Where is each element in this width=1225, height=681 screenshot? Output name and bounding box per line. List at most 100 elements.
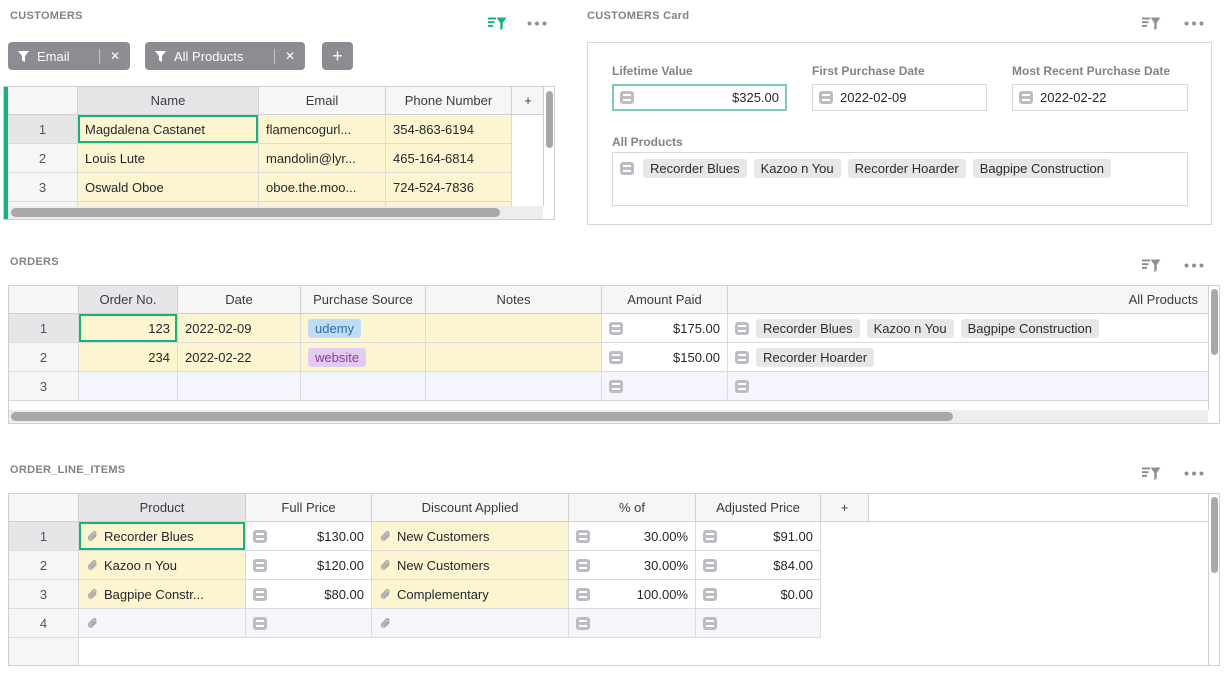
sort-filter-icon[interactable] xyxy=(1141,466,1161,481)
cell-date[interactable]: 2022-02-22 xyxy=(178,343,301,372)
cell-product[interactable]: Recorder Blues xyxy=(79,522,246,551)
cell-adjusted-price[interactable]: $0.00 xyxy=(696,580,821,609)
cell-all-products[interactable]: Recorder Hoarder xyxy=(728,343,1208,372)
row-number[interactable]: 2 xyxy=(9,343,79,372)
column-header-discount-applied[interactable]: Discount Applied xyxy=(372,494,569,522)
scrollbar-thumb[interactable] xyxy=(546,91,553,148)
cell-date[interactable] xyxy=(178,372,301,401)
column-header-email[interactable]: Email xyxy=(259,87,386,115)
cell-discount-applied[interactable]: New Customers xyxy=(372,551,569,580)
row-number[interactable]: 1 xyxy=(9,314,79,343)
cell-adjusted-price[interactable]: $84.00 xyxy=(696,551,821,580)
horizontal-scrollbar[interactable] xyxy=(8,206,543,219)
cell-name[interactable]: Magdalena Castanet xyxy=(78,115,259,144)
filter-email-button[interactable]: Email ✕ xyxy=(8,42,130,70)
cell-notes[interactable] xyxy=(426,314,602,343)
column-header-order-no[interactable]: Order No. xyxy=(79,286,178,314)
horizontal-scrollbar[interactable] xyxy=(9,410,1208,423)
cell-purchase-source[interactable]: udemy xyxy=(301,314,426,343)
sort-filter-icon[interactable] xyxy=(487,16,507,31)
vertical-scrollbar[interactable] xyxy=(1208,494,1219,665)
cell-phone[interactable]: 354-863-6194 xyxy=(386,115,512,144)
cell-phone[interactable]: 465-164-6814 xyxy=(386,144,512,173)
cell-email[interactable]: oboe.the.moo... xyxy=(259,173,386,202)
cell-discount-applied[interactable]: New Customers xyxy=(372,522,569,551)
column-header-notes[interactable]: Notes xyxy=(426,286,602,314)
cell-adjusted-price[interactable]: $91.00 xyxy=(696,522,821,551)
column-header-pct-of[interactable]: % of xyxy=(569,494,696,522)
cell-name[interactable]: Oswald Oboe xyxy=(78,173,259,202)
cell-notes[interactable] xyxy=(426,343,602,372)
more-options-icon[interactable] xyxy=(1184,471,1204,476)
sort-filter-icon[interactable] xyxy=(1141,258,1161,273)
row-number[interactable]: 2 xyxy=(9,551,79,580)
field-most-recent-purchase-date[interactable]: 2022-02-22 xyxy=(1012,84,1188,111)
vertical-scrollbar[interactable] xyxy=(543,87,554,206)
add-column-button[interactable]: + xyxy=(512,87,545,115)
cell-empty[interactable] xyxy=(512,173,545,202)
cell-order-no[interactable] xyxy=(79,372,178,401)
row-number[interactable]: 3 xyxy=(8,173,78,202)
column-header-name[interactable]: Name xyxy=(78,87,259,115)
sort-filter-icon[interactable] xyxy=(1141,16,1161,31)
cell-pct-of[interactable]: 100.00% xyxy=(569,580,696,609)
row-number[interactable]: 4 xyxy=(9,609,79,638)
field-all-products[interactable]: Recorder Blues Kazoo n You Recorder Hoar… xyxy=(612,152,1188,206)
column-header-phone[interactable]: Phone Number xyxy=(386,87,512,115)
row-number-empty[interactable] xyxy=(9,638,79,665)
more-options-icon[interactable] xyxy=(1184,263,1204,268)
vertical-scrollbar[interactable] xyxy=(1208,286,1219,410)
cell-product[interactable]: Bagpipe Constr... xyxy=(79,580,246,609)
cell-purchase-source[interactable] xyxy=(301,372,426,401)
cell-discount-applied[interactable] xyxy=(372,609,569,638)
cell-email[interactable]: flamencogurl... xyxy=(259,115,386,144)
row-number[interactable]: 3 xyxy=(9,580,79,609)
cell-product[interactable] xyxy=(79,609,246,638)
cell-amount-paid[interactable]: $150.00 xyxy=(602,343,728,372)
cell-order-no[interactable]: 123 xyxy=(79,314,178,343)
row-number[interactable]: 1 xyxy=(8,115,78,144)
cell-empty[interactable] xyxy=(512,115,545,144)
row-number[interactable]: 2 xyxy=(8,144,78,173)
column-header-purchase-source[interactable]: Purchase Source xyxy=(301,286,426,314)
cell-amount-paid[interactable]: $175.00 xyxy=(602,314,728,343)
column-header-full-price[interactable]: Full Price xyxy=(246,494,372,522)
add-column-button[interactable]: + xyxy=(821,494,869,522)
column-header-all-products[interactable]: All Products xyxy=(728,286,1208,314)
column-header-amount-paid[interactable]: Amount Paid xyxy=(602,286,728,314)
cell-empty[interactable] xyxy=(512,144,545,173)
cell-product[interactable]: Kazoo n You xyxy=(79,551,246,580)
row-number[interactable]: 1 xyxy=(9,522,79,551)
cell-purchase-source[interactable]: website xyxy=(301,343,426,372)
cell-email[interactable]: mandolin@lyr... xyxy=(259,144,386,173)
column-header-date[interactable]: Date xyxy=(178,286,301,314)
cell-adjusted-price[interactable] xyxy=(696,609,821,638)
cell-discount-applied[interactable]: Complementary xyxy=(372,580,569,609)
filter-all-products-button[interactable]: All Products ✕ xyxy=(145,42,305,70)
remove-filter-icon[interactable]: ✕ xyxy=(110,49,120,63)
cell-pct-of[interactable]: 30.00% xyxy=(569,551,696,580)
column-header-adjusted-price[interactable]: Adjusted Price xyxy=(696,494,821,522)
cell-phone[interactable]: 724-524-7836 xyxy=(386,173,512,202)
cell-notes[interactable] xyxy=(426,372,602,401)
row-number-header[interactable] xyxy=(9,286,79,314)
row-number[interactable]: 3 xyxy=(9,372,79,401)
cell-amount-paid[interactable] xyxy=(602,372,728,401)
field-lifetime-value[interactable]: $325.00 xyxy=(612,84,787,111)
scrollbar-thumb[interactable] xyxy=(11,208,500,217)
remove-filter-icon[interactable]: ✕ xyxy=(285,49,295,63)
cell-name[interactable]: Louis Lute xyxy=(78,144,259,173)
scrollbar-thumb[interactable] xyxy=(1211,289,1218,355)
row-number-header[interactable] xyxy=(9,494,79,522)
cell-full-price[interactable] xyxy=(246,609,372,638)
cell-full-price[interactable]: $80.00 xyxy=(246,580,372,609)
cell-order-no[interactable]: 234 xyxy=(79,343,178,372)
field-first-purchase-date[interactable]: 2022-02-09 xyxy=(812,84,987,111)
more-options-icon[interactable] xyxy=(1184,21,1204,26)
cell-all-products[interactable] xyxy=(728,372,1208,401)
cell-all-products[interactable]: Recorder Blues Kazoo n You Bagpipe Const… xyxy=(728,314,1208,343)
cell-pct-of[interactable] xyxy=(569,609,696,638)
row-number-header[interactable] xyxy=(8,87,78,115)
scrollbar-thumb[interactable] xyxy=(1211,497,1218,573)
cell-full-price[interactable]: $120.00 xyxy=(246,551,372,580)
